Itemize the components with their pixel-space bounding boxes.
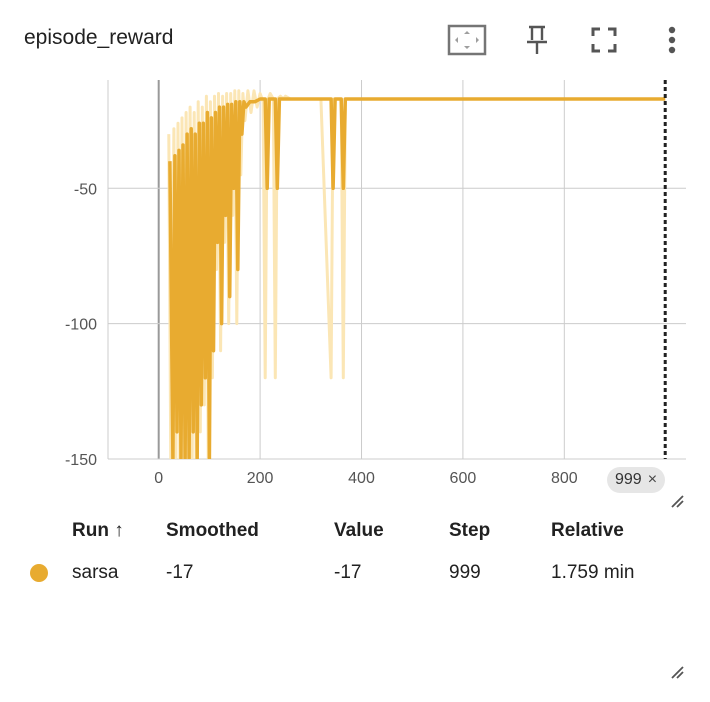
run-color-dot — [30, 563, 48, 582]
resize-handle-icon[interactable] — [669, 493, 685, 509]
close-icon[interactable]: × — [648, 471, 657, 489]
header-run[interactable]: Run ↑ — [72, 515, 166, 547]
y-tick-label: -150 — [65, 452, 97, 469]
x-tick-label: 0 — [154, 470, 163, 487]
step-chip[interactable]: 999 × — [607, 467, 666, 493]
y-tick-label: -50 — [74, 181, 97, 198]
x-tick-label: 200 — [247, 470, 274, 487]
y-tick-label: -100 — [65, 317, 97, 334]
header-relative[interactable]: Relative — [551, 515, 681, 547]
header-smoothed[interactable]: Smoothed — [166, 515, 334, 547]
run-step: 999 — [449, 562, 481, 583]
run-name: sarsa — [72, 562, 119, 583]
series-line-smoothed — [168, 97, 666, 459]
x-tick-label: 800 — [551, 470, 578, 487]
x-tick-label: 400 — [348, 470, 375, 487]
runs-table: Run ↑ Smoothed Value Step Relative sarsa… — [30, 515, 681, 599]
episode-reward-chart[interactable]: 0 200 400 600 800 -50 -100 -150 — [0, 0, 710, 500]
series-line-raw — [167, 89, 666, 459]
run-value: -17 — [334, 562, 362, 583]
resize-handle-icon[interactable] — [669, 664, 685, 680]
header-value[interactable]: Value — [334, 515, 449, 547]
step-chip-label: 999 — [615, 471, 642, 488]
header-step[interactable]: Step — [449, 515, 551, 547]
run-relative: 1.759 min — [551, 562, 635, 583]
x-tick-label: 600 — [450, 470, 477, 487]
run-smoothed: -17 — [166, 562, 194, 583]
table-row: sarsa -17 -17 999 1.759 min — [30, 547, 681, 599]
